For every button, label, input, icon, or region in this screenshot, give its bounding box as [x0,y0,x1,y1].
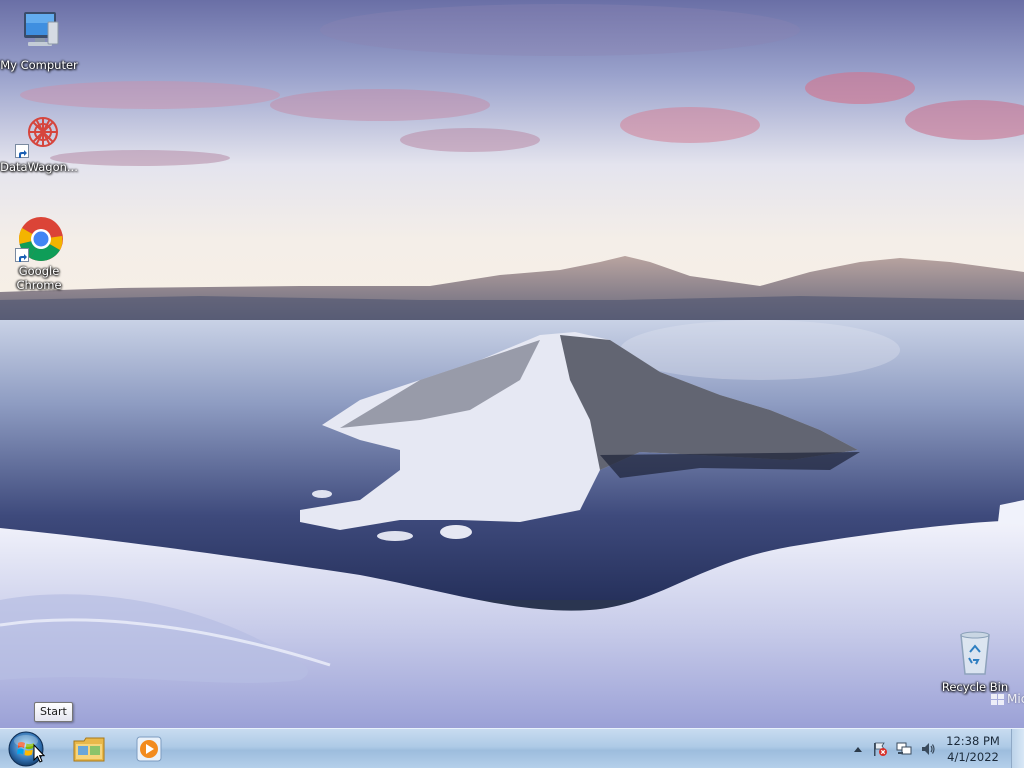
action-center-flag-icon[interactable] [872,741,888,757]
recycle-bin-icon [951,630,999,678]
start-tooltip: Start [34,702,73,722]
desktop-icon-my-computer[interactable]: My Computer [0,8,78,72]
taskbar-windows-explorer-button[interactable] [62,731,116,767]
desktop-icon-label: My Computer [0,58,78,72]
watermark-text: Mic [1007,692,1024,706]
datawagon-icon [15,110,63,158]
folder-icon [73,737,105,762]
volume-icon[interactable] [920,741,936,757]
taskbar-media-player-button[interactable] [122,731,176,767]
desktop[interactable]: My Computer DataWagon... Google Chrome R… [0,0,1024,768]
chrome-icon [15,214,63,262]
desktop-icon-label: Google Chrome [16,264,62,292]
show-hidden-icons-arrow[interactable] [850,741,866,757]
desktop-icon-datawagon[interactable]: DataWagon... [0,110,78,174]
desktop-icon-label: Recycle Bin [941,680,1009,694]
clock-date: 4/1/2022 [947,750,999,764]
wallpaper-image [0,0,1024,730]
clock-time: 12:38 PM [946,734,1000,748]
shortcut-arrow-icon [15,248,29,262]
show-desktop-button[interactable] [1011,729,1024,768]
desktop-icon-google-chrome[interactable]: Google Chrome [0,214,78,292]
windows-logo-watermark-icon [991,694,1004,705]
taskbar[interactable]: 12:38 PM 4/1/2022 [0,728,1024,768]
mouse-cursor-icon [33,744,45,763]
computer-icon [15,8,63,56]
shortcut-arrow-icon [15,144,29,158]
desktop-icon-recycle-bin[interactable]: Recycle Bin [936,630,1014,694]
network-icon[interactable] [896,741,912,757]
desktop-icon-label: DataWagon... [0,160,78,174]
taskbar-clock[interactable]: 12:38 PM 4/1/2022 [943,733,1003,765]
media-player-icon [136,736,162,762]
